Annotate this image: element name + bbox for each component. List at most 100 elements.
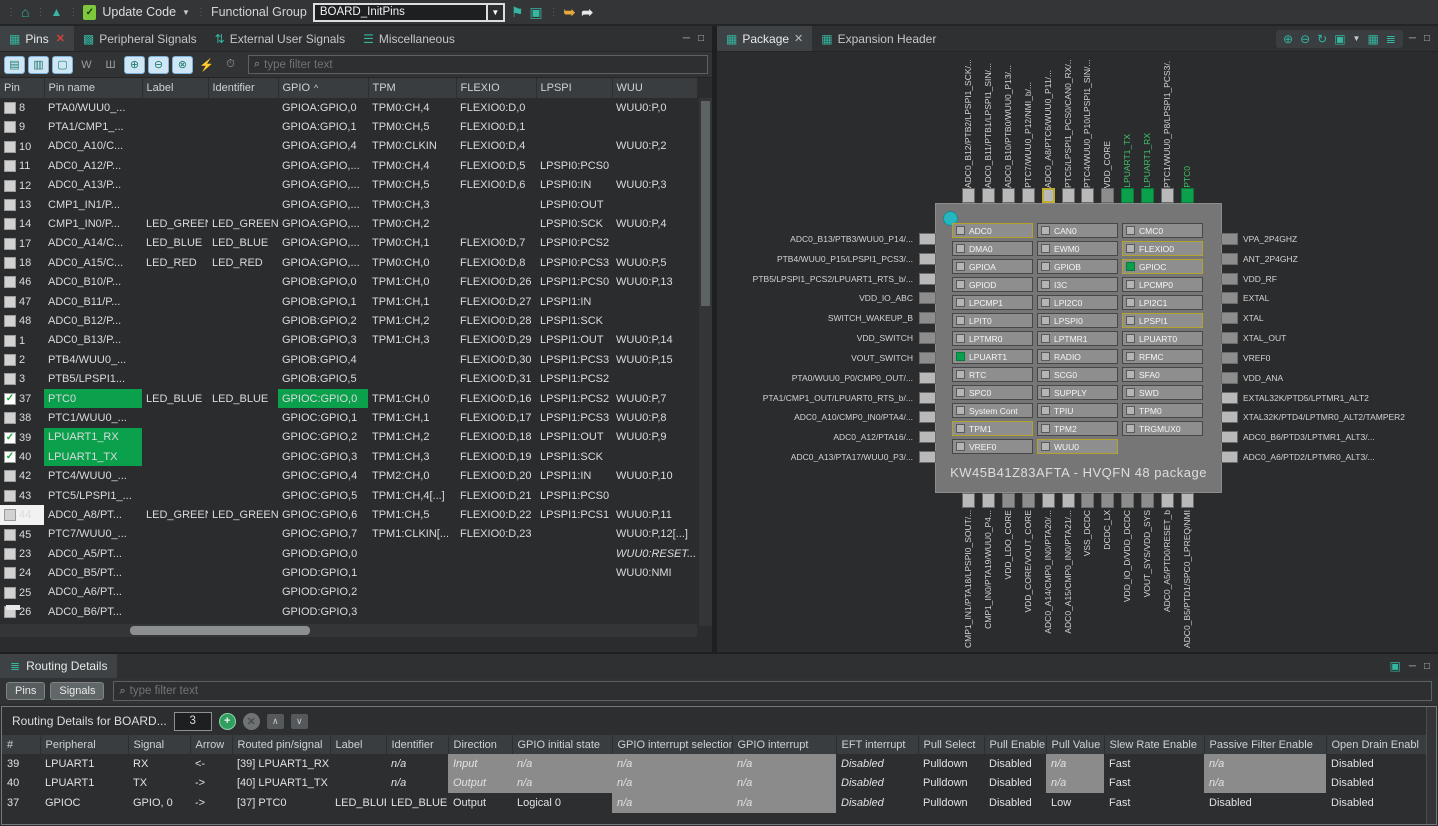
routing-cell[interactable]: GPIO, 0 <box>128 793 190 813</box>
wuu-cell[interactable] <box>612 369 697 388</box>
peripheral-block[interactable]: SFA0 <box>1122 367 1203 382</box>
tpm-cell[interactable]: TPM1:CH,1 <box>368 408 456 427</box>
tpm-cell[interactable] <box>368 602 456 621</box>
home-icon[interactable]: ⌂ <box>21 4 29 20</box>
move-up-button[interactable]: ∧ <box>267 714 284 729</box>
pin-name-cell[interactable]: PTA1/CMP1_... <box>44 117 142 136</box>
wuu-cell[interactable]: WUU0:P,7 <box>612 389 697 408</box>
column-header[interactable]: Pull Value <box>1046 735 1104 754</box>
routing-cell[interactable]: RX <box>128 754 190 774</box>
peripheral-block[interactable]: WUU0 <box>1037 439 1118 454</box>
routing-cell[interactable]: Disabled <box>836 793 918 813</box>
table-row[interactable]: ✓26ADC0_B6/PT...GPIOD:GPIO,3 <box>0 602 697 621</box>
column-header[interactable]: Open Drain Enabl <box>1326 735 1437 754</box>
routing-cell[interactable]: Disabled <box>1204 793 1326 813</box>
routing-cell[interactable]: Low <box>1046 793 1104 813</box>
label-cell[interactable] <box>142 117 208 136</box>
package-pin[interactable] <box>1221 431 1238 443</box>
redo-arrow-icon[interactable]: ➦ <box>581 4 593 21</box>
label-cell[interactable] <box>142 408 208 427</box>
chip-icon[interactable]: ▦ <box>1367 32 1378 46</box>
flag-icon[interactable]: ⚑ <box>511 4 524 21</box>
tpm-cell[interactable]: TPM0:CLKIN <box>368 137 456 156</box>
routing-cell[interactable]: Output <box>448 793 512 813</box>
tab-miscellaneous[interactable]: ☰ Miscellaneous <box>354 26 464 51</box>
tpm-cell[interactable]: TPM1:CH,3 <box>368 447 456 466</box>
flexio-cell[interactable]: FLEXIO0:D,30 <box>456 350 536 369</box>
pin-cell[interactable]: ✓9 <box>0 117 44 136</box>
pin-name-cell[interactable]: CMP1_IN1/P... <box>44 195 142 214</box>
peripheral-block[interactable]: FLEXIO0 <box>1122 241 1203 256</box>
tpm-cell[interactable] <box>368 563 456 582</box>
identifier-cell[interactable] <box>208 195 278 214</box>
flexio-cell[interactable] <box>456 563 536 582</box>
flexio-cell[interactable] <box>456 544 536 563</box>
wuu-cell[interactable] <box>612 156 697 175</box>
table-row[interactable]: ✓46ADC0_B10/P...GPIOB:GPIO,0TPM1:CH,0FLE… <box>0 273 697 292</box>
identifier-cell[interactable] <box>208 563 278 582</box>
package-pin[interactable] <box>1022 188 1035 203</box>
wuu-cell[interactable]: WUU0:P,5 <box>612 253 697 272</box>
pin-name-cell[interactable]: ADC0_B13/P... <box>44 331 142 350</box>
wuu-cell[interactable] <box>612 292 697 311</box>
gpio-cell[interactable]: GPIOB:GPIO,1 <box>278 292 368 311</box>
pin-name-cell[interactable]: ADC0_B12/P... <box>44 311 142 330</box>
pin-cell[interactable]: ✓18 <box>0 253 44 272</box>
tpm-cell[interactable] <box>368 544 456 563</box>
label-cell[interactable] <box>142 98 208 117</box>
peripheral-block[interactable]: GPIOC <box>1122 259 1203 274</box>
routing-cell[interactable]: n/a <box>1204 754 1326 774</box>
pin-cell[interactable]: ✓12 <box>0 176 44 195</box>
identifier-cell[interactable] <box>208 350 278 369</box>
pin-cell[interactable]: ✓17 <box>0 234 44 253</box>
lpspi-cell[interactable]: LPSPI1:PCS0 <box>536 486 612 505</box>
table-row[interactable]: ✓18ADC0_A15/C...LED_REDLED_REDGPIOA:GPIO… <box>0 253 697 272</box>
identifier-cell[interactable]: LED_BLUE <box>208 234 278 253</box>
gpio-cell[interactable]: GPIOC:GPIO,4 <box>278 466 368 485</box>
pin-checkbox[interactable]: ✓ <box>4 393 16 405</box>
lpspi-cell[interactable]: LPSPI1:OUT <box>536 331 612 350</box>
pin-cell[interactable]: ✓8 <box>0 98 44 117</box>
lpspi-cell[interactable]: LPSPI0:IN <box>536 176 612 195</box>
routing-cell[interactable]: 39 <box>2 754 40 774</box>
waveform-icon[interactable]: W <box>76 56 97 74</box>
column-header[interactable]: # <box>2 735 40 754</box>
peripheral-block[interactable]: DMA0 <box>952 241 1033 256</box>
pin-checkbox[interactable]: ✓ <box>4 548 16 560</box>
wuu-cell[interactable]: WUU0:P,4 <box>612 214 697 233</box>
wuu-cell[interactable]: WUU0:P,3 <box>612 176 697 195</box>
peripheral-block[interactable]: System Cont <box>952 403 1033 418</box>
waveform-pins-icon[interactable]: Ш <box>100 56 121 74</box>
pin-name-cell[interactable]: ADC0_B5/PT... <box>44 563 142 582</box>
gpio-cell[interactable]: GPIOA:GPIO,0 <box>278 98 368 117</box>
identifier-cell[interactable] <box>208 176 278 195</box>
scrollbar-thumb[interactable] <box>130 626 310 635</box>
minimize-icon[interactable]: ─ <box>683 33 690 44</box>
labels-toggle-icon[interactable]: ▣ <box>1334 32 1345 46</box>
package-pin[interactable] <box>1062 188 1075 203</box>
identifier-cell[interactable] <box>208 525 278 544</box>
pin-name-cell[interactable]: ADC0_A15/C... <box>44 253 142 272</box>
timer-icon[interactable]: ⏱ <box>220 56 241 74</box>
tab-pins[interactable]: ▦ Pins ✕ <box>0 26 74 51</box>
update-code-icon[interactable]: ✓ <box>83 5 96 20</box>
peripheral-block[interactable]: LPIT0 <box>952 313 1033 328</box>
pin-checkbox[interactable]: ✓ <box>4 490 16 502</box>
pin-checkbox[interactable]: ✓ <box>4 238 16 250</box>
flexio-cell[interactable]: FLEXIO0:D,23 <box>456 525 536 544</box>
routing-cell[interactable]: Pulldown <box>918 774 984 794</box>
label-cell[interactable] <box>142 311 208 330</box>
package-pins-icon[interactable]: ▥ <box>28 56 49 74</box>
peripheral-block[interactable]: TPM1 <box>952 421 1033 436</box>
pin-name-cell[interactable]: ADC0_A8/PT... <box>44 505 142 524</box>
peripheral-block[interactable]: SWD <box>1122 385 1203 400</box>
identifier-cell[interactable]: LED_GREEN <box>208 214 278 233</box>
tpm-cell[interactable]: TPM0:CH,0 <box>368 253 456 272</box>
table-row[interactable]: ✓48ADC0_B12/P...GPIOB:GPIO,2TPM1:CH,2FLE… <box>0 311 697 330</box>
pin-name-cell[interactable]: PTC1/WUU0_... <box>44 408 142 427</box>
pin-checkbox[interactable]: ✓ <box>4 218 16 230</box>
pin-cell[interactable]: ✓10 <box>0 137 44 156</box>
package-pin[interactable] <box>1221 253 1238 265</box>
label-cell[interactable]: LED_BLUE <box>142 389 208 408</box>
pin-cell[interactable]: ✓39 <box>0 428 44 447</box>
